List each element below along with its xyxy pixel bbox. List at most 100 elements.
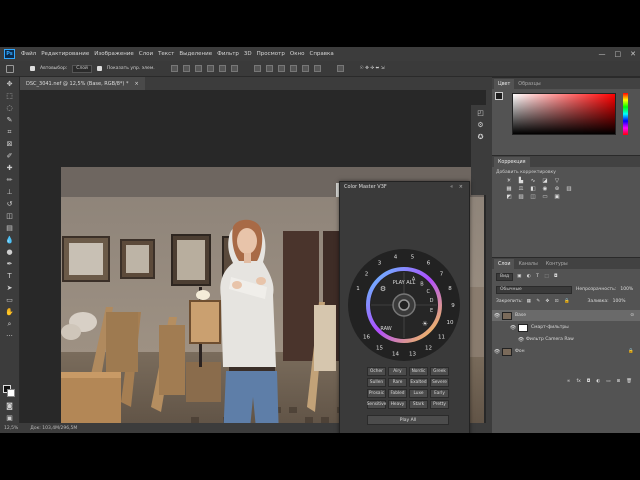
history-panel-icon[interactable]: ◰ bbox=[476, 109, 485, 118]
gradient-map-icon[interactable]: ▭ bbox=[541, 194, 549, 201]
posterize-icon[interactable]: ▨ bbox=[517, 194, 525, 201]
selective-color-icon[interactable]: ▣ bbox=[553, 194, 561, 201]
screen-mode-icon[interactable]: ▣ bbox=[5, 414, 14, 423]
preset-button[interactable]: Sullen bbox=[367, 378, 386, 387]
curves-icon[interactable]: ∿ bbox=[529, 178, 537, 185]
blur-tool-icon[interactable]: 💧 bbox=[5, 236, 14, 245]
type-tool-icon[interactable]: T bbox=[5, 272, 14, 281]
dial-number[interactable]: 1 bbox=[356, 286, 360, 292]
filter-icons[interactable]: ▣ ◐ T ⬚ ◘ bbox=[517, 274, 559, 279]
dial-number[interactable]: 15 bbox=[376, 345, 383, 351]
maximize-button[interactable]: □ bbox=[615, 50, 622, 58]
autoselect-dropdown[interactable]: Слой bbox=[72, 64, 92, 73]
align-center-icon[interactable] bbox=[182, 65, 190, 72]
dial-number[interactable]: 10 bbox=[447, 320, 454, 326]
menu-layers[interactable]: Слои bbox=[139, 51, 153, 57]
menu-edit[interactable]: Редактирование bbox=[41, 51, 89, 57]
align-right-icon[interactable] bbox=[194, 65, 202, 72]
color-panel-foreground-swatch[interactable] bbox=[495, 92, 503, 100]
color-master-dial[interactable]: PLAY ALL RAW ⚙ ☀ 1234 5678910111213141516… bbox=[346, 247, 462, 363]
color-master-extension-icon[interactable]: ✪ bbox=[476, 133, 485, 142]
preset-button[interactable]: Exalted bbox=[409, 378, 428, 387]
gradient-tool-icon[interactable]: ▤ bbox=[5, 224, 14, 233]
align-bottom-icon[interactable] bbox=[230, 65, 238, 72]
layer-row-background[interactable]: 👁 Фон 🔒 bbox=[492, 346, 640, 357]
lock-icons[interactable]: ▦ ✎ ✥ ⊡ 🔒 bbox=[527, 299, 572, 304]
layer-row-camera-raw[interactable]: 👁 Фильтр Camera Raw bbox=[492, 334, 640, 345]
preset-button[interactable]: Sensitive bbox=[367, 400, 386, 409]
dial-number[interactable]: 6 bbox=[427, 261, 431, 267]
dial-letter[interactable]: E bbox=[430, 308, 433, 314]
adjustments-panel-icon[interactable]: ⚙ bbox=[476, 121, 485, 130]
tab-layers[interactable]: Слои bbox=[494, 259, 515, 269]
pen-tool-icon[interactable]: ✒ bbox=[5, 260, 14, 269]
dial-letter[interactable]: D bbox=[430, 298, 434, 304]
delete-layer-icon[interactable]: 🗑 bbox=[626, 379, 632, 384]
dial-letter[interactable]: A bbox=[412, 277, 416, 283]
photo-filter-icon[interactable]: ◉ bbox=[541, 186, 549, 193]
shape-tool-icon[interactable]: ▭ bbox=[5, 296, 14, 305]
preset-button[interactable]: Heavy bbox=[388, 400, 407, 409]
autoselect-checkbox[interactable] bbox=[30, 66, 35, 71]
menu-image[interactable]: Изображение bbox=[94, 51, 134, 57]
align-top-icon[interactable] bbox=[206, 65, 214, 72]
distribute-5-icon[interactable] bbox=[301, 65, 309, 72]
play-all-button[interactable]: Play All bbox=[367, 415, 449, 425]
preset-button[interactable]: Stark bbox=[409, 400, 428, 409]
tab-channels[interactable]: Каналы bbox=[514, 259, 541, 269]
dial-number[interactable]: 12 bbox=[425, 345, 432, 351]
preset-button[interactable]: Luxe bbox=[409, 389, 428, 398]
channel-mixer-icon[interactable]: ⊛ bbox=[553, 186, 561, 193]
hue-slider[interactable] bbox=[623, 93, 628, 135]
menu-type[interactable]: Текст bbox=[158, 51, 174, 57]
stamp-tool-icon[interactable]: ⊥ bbox=[5, 188, 14, 197]
distribute-4-icon[interactable] bbox=[289, 65, 297, 72]
dial-number[interactable]: 4 bbox=[394, 255, 398, 261]
distribute-1-icon[interactable] bbox=[253, 65, 261, 72]
brush-tool-icon[interactable]: ✏ bbox=[5, 176, 14, 185]
distribute-3-icon[interactable] bbox=[277, 65, 285, 72]
marquee-tool-icon[interactable]: ⬚ bbox=[5, 92, 14, 101]
menu-3d[interactable]: 3D bbox=[244, 51, 252, 57]
visibility-eye-icon[interactable]: 👁 bbox=[492, 349, 502, 355]
preset-button[interactable]: Greek bbox=[430, 367, 449, 376]
align-middle-icon[interactable] bbox=[218, 65, 226, 72]
color-field[interactable] bbox=[512, 93, 616, 135]
eyedropper-tool-icon[interactable]: ✐ bbox=[5, 152, 14, 161]
menu-help[interactable]: Справка bbox=[309, 51, 333, 57]
layer-row-smart-filters[interactable]: 👁 Смарт-фильтры bbox=[492, 322, 640, 333]
vibrance-icon[interactable]: ▽ bbox=[553, 178, 561, 185]
preset-button[interactable]: Airy bbox=[388, 367, 407, 376]
preset-button[interactable]: Severe bbox=[430, 378, 449, 387]
fill-value[interactable]: 100% bbox=[613, 299, 626, 304]
close-window-button[interactable]: ✕ bbox=[630, 50, 636, 58]
dial-letter[interactable]: B bbox=[420, 282, 424, 288]
move-tool-icon[interactable] bbox=[6, 64, 14, 73]
zoom-tool-icon[interactable]: ⌕ bbox=[5, 320, 14, 329]
background-color-swatch[interactable] bbox=[7, 389, 15, 397]
more-tools-icon[interactable]: ··· bbox=[5, 332, 14, 341]
dial-number[interactable]: 9 bbox=[451, 303, 455, 309]
invert-icon[interactable]: ◩ bbox=[505, 194, 513, 201]
dial-number[interactable]: 11 bbox=[438, 335, 445, 341]
minimize-button[interactable]: — bbox=[599, 50, 606, 58]
preset-button[interactable]: Early bbox=[430, 389, 449, 398]
dial-number[interactable]: 8 bbox=[448, 286, 452, 292]
crop-tool-icon[interactable]: ⌗ bbox=[5, 128, 14, 137]
visibility-eye-icon[interactable]: 👁 bbox=[516, 337, 526, 343]
new-group-icon[interactable]: ▭ bbox=[606, 379, 610, 384]
threshold-icon[interactable]: ◫ bbox=[529, 194, 537, 201]
color-lookup-icon[interactable]: ▥ bbox=[565, 186, 573, 193]
hue-saturation-icon[interactable]: ▦ bbox=[505, 186, 513, 193]
black-white-icon[interactable]: ◧ bbox=[529, 186, 537, 193]
new-layer-icon[interactable]: ⊞ bbox=[617, 379, 621, 384]
preset-button[interactable]: Rare bbox=[388, 378, 407, 387]
link-layers-icon[interactable]: ∞ bbox=[567, 379, 571, 384]
menu-window[interactable]: Окно bbox=[290, 51, 305, 57]
menu-filter[interactable]: Фильтр bbox=[217, 51, 239, 57]
preset-button[interactable]: Nordic bbox=[409, 367, 428, 376]
auto-align-icon[interactable] bbox=[336, 65, 344, 72]
preset-button[interactable]: Prosaic bbox=[367, 389, 386, 398]
exposure-icon[interactable]: ◪ bbox=[541, 178, 549, 185]
history-brush-icon[interactable]: ↺ bbox=[5, 200, 14, 209]
